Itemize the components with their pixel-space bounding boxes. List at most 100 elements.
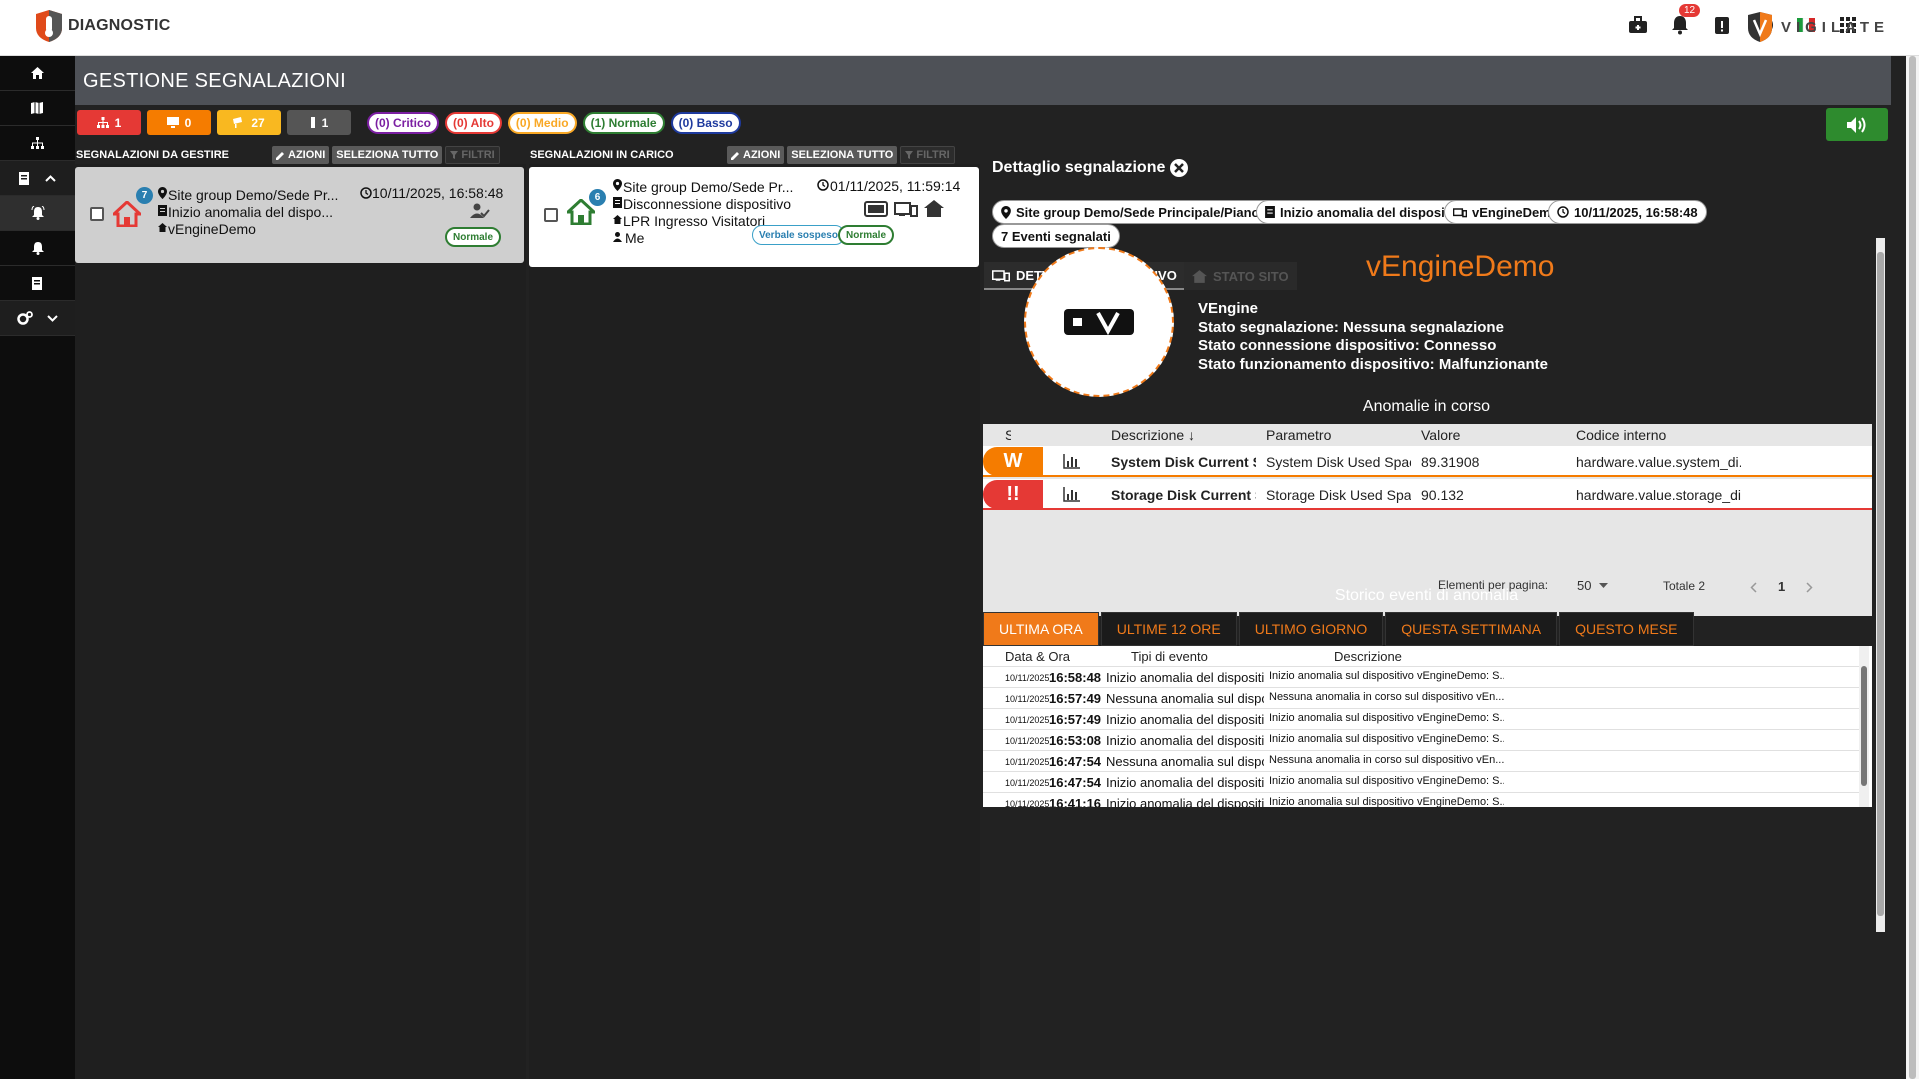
chart-icon[interactable] [1063,454,1080,469]
history-tabs: ULTIMA ORA ULTIME 12 ORE ULTIMO GIORNO Q… [983,612,1694,646]
device-monitor-icon[interactable] [894,201,918,217]
notifications-bell-icon[interactable]: 12 [1669,4,1701,36]
page-scrollbar-thumb[interactable] [1909,56,1916,1079]
tab-this-month[interactable]: QUESTO MESE [1559,612,1694,646]
toolbox-icon[interactable] [1627,14,1649,36]
history-row[interactable]: 10/11/2025 16:41:16 Inizio anomalia del di… [983,792,1859,807]
history-row[interactable]: 10/11/2025 16:57:49 Inizio anomalia del di… [983,708,1859,729]
device-monitor-icon [992,269,1010,281]
taken-card-checkbox[interactable] [544,208,558,222]
anomaly-row[interactable]: !! Storage Disk Current S... Storage Dis… [983,479,1872,510]
todo-actions-button[interactable]: AZIONI [272,146,330,164]
detail-title-text: Dettaglio segnalazione [992,159,1166,176]
tab-last-day[interactable]: ULTIMO GIORNO [1238,612,1384,646]
severity-count-medium[interactable]: 27 [217,110,281,135]
app-name: DIAGNOSTIC [68,17,171,34]
home-small-icon [613,215,622,224]
sidebar-item-notifications[interactable] [0,231,75,266]
severity-count-value: 1 [114,115,122,130]
history-date: 10/11/2025 [1005,715,1050,725]
filter-basso[interactable]: (0) Basso [670,111,741,134]
top-bar: DIAGNOSTIC 12 VIGILATE [0,0,1919,56]
page-scrollbar[interactable] [1906,56,1919,1079]
history-header: Data & Ora Tipi di evento Descrizione [983,646,1872,664]
anomaly-row[interactable]: W System Disk Current S... System Disk U… [983,446,1872,477]
vengine-device-icon [1064,309,1134,335]
history-date: 10/11/2025 [1005,673,1050,683]
assign-user-icon [470,203,490,218]
alert-clipboard-icon[interactable] [1711,14,1733,36]
chart-icon[interactable] [1063,487,1080,502]
todo-filters-button[interactable]: FILTRI [445,146,500,164]
detail-chip-event-text: Inizio anomalia del dispositivo [1280,204,1468,220]
severity-count-other[interactable]: 1 [287,110,351,135]
anomalies-header: S Descrizione ↓ Parametro Valore Codice … [983,424,1872,446]
tab-this-week[interactable]: QUESTA SETTIMANA [1385,612,1558,646]
sidebar-item-hierarchy[interactable] [0,126,75,161]
history-row[interactable]: 10/11/2025 16:57:49 Nessuna anomalia sul d… [983,687,1859,708]
tab-site-status[interactable]: STATO SITO [1184,262,1297,290]
anomaly-parameter: Storage Disk Used Spac... [1266,487,1411,503]
detail-scrollbar-thumb[interactable] [1877,252,1884,916]
history-row[interactable]: 10/11/2025 16:47:54 Inizio anomalia del di… [983,771,1859,792]
anomaly-level: !! [983,480,1043,509]
diagnostic-logo-icon [36,10,62,42]
taken-card-report-status: Verbale sospeso [752,225,845,245]
history-scrollbar[interactable] [1859,646,1869,807]
detail-chip-site-text: Site group Demo/Sede Principale/Piano Te… [1016,204,1295,220]
history-row[interactable]: 10/11/2025 16:47:54 Nessuna anomalia sul d… [983,750,1859,771]
history-scrollbar-thumb[interactable] [1861,666,1867,786]
severity-count-high[interactable]: 0 [147,110,211,135]
taken-card[interactable]: 6 Site group Demo/Sede Pr... 01/11/2025,… [529,167,979,267]
home-icon [1192,269,1207,283]
sidebar-item-documents[interactable] [0,266,75,301]
history-row[interactable]: 10/11/2025 16:58:48 Inizio anomalia del di… [983,666,1859,687]
severity-count-value: 0 [184,115,192,130]
device-connection-status: Stato connessione dispositivo: Connesso [1198,337,1497,354]
server-icon [310,117,315,128]
video-recorder-icon[interactable] [864,201,888,217]
detail-scrollbar[interactable] [1876,238,1885,932]
todo-actions-label: AZIONI [288,149,326,161]
app-logo[interactable]: DIAGNOSTIC [34,10,170,42]
taken-actions-label: AZIONI [743,149,781,161]
sidebar-section-settings[interactable] [0,301,75,336]
history-row[interactable]: 10/11/2025 16:53:08 Inizio anomalia del di… [983,729,1859,750]
anomaly-parameter: System Disk Used Spac... [1266,454,1411,470]
history-time: 16:47:54 [1049,754,1102,769]
brand-name: VIGILATE [1780,18,1889,36]
close-icon[interactable] [1169,158,1189,178]
site-home-icon[interactable] [924,200,944,217]
tab-site-status-label: STATO SITO [1213,268,1289,284]
sound-toggle-button[interactable] [1826,108,1888,141]
tab-last-12-hours[interactable]: ULTIME 12 ORE [1100,612,1237,646]
taken-actions-button[interactable]: AZIONI [727,146,785,164]
filter-critico[interactable]: (0) Critico [367,111,440,134]
severity-count-value: 27 [251,115,265,130]
severity-count-critical[interactable]: 1 [77,110,141,135]
sidebar-item-map[interactable] [0,91,75,126]
todo-card[interactable]: 7 Site group Demo/Sede Pr... 10/11/2025,… [75,167,524,263]
todo-card-checkbox[interactable] [90,207,104,221]
filter-alto[interactable]: (0) Alto [445,111,502,134]
taken-filters-button[interactable]: FILTRI [900,146,955,164]
history-table: Data & Ora Tipi di evento Descrizione 10… [983,646,1872,807]
taken-select-all-button[interactable]: SELEZIONA TUTTO [787,146,898,164]
home-icon [31,67,44,79]
home-small-icon [158,223,167,232]
settings-gears-icon [17,311,33,325]
col-description[interactable]: Descrizione ↓ [1111,427,1195,443]
sidebar-item-alarms[interactable] [0,196,75,231]
notifications-count: 12 [1679,4,1701,17]
tab-last-hour[interactable]: ULTIMA ORA [983,612,1099,646]
todo-select-all-button[interactable]: SELEZIONA TUTTO [332,146,443,164]
filter-normale[interactable]: (1) Normale [582,111,665,134]
vigilate-brand: VIGILATE [1747,12,1889,42]
sidebar-item-home[interactable] [0,56,75,91]
sidebar-section-reports[interactable] [0,161,75,196]
filter-medio[interactable]: (0) Medio [507,111,577,134]
history-event-type: Inizio anomalia del dispositivo [1106,712,1264,727]
document-icon [158,205,167,216]
taken-card-event-count: 6 [589,189,606,206]
history-col-datetime: Data & Ora [1005,649,1071,664]
